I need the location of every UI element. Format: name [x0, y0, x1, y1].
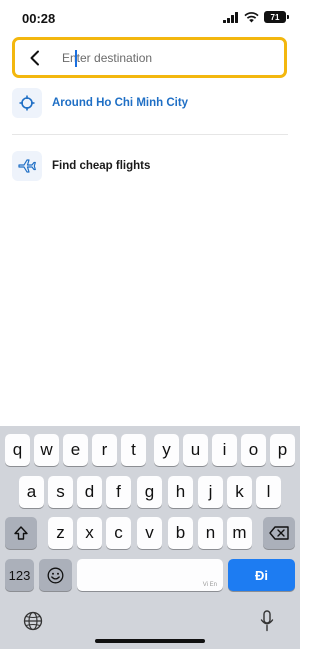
key-k[interactable]: k: [227, 476, 252, 508]
suggestion-label: Find cheap flights: [52, 160, 151, 172]
destination-input[interactable]: [62, 50, 262, 65]
globe-button[interactable]: [22, 610, 44, 632]
wifi-icon: [244, 11, 259, 22]
plane-icon: [12, 151, 42, 181]
key-h[interactable]: h: [168, 476, 193, 508]
key-u[interactable]: u: [183, 434, 208, 466]
suggestion-label: Around Ho Chi Minh City: [52, 97, 189, 109]
key-e[interactable]: e: [63, 434, 88, 466]
back-button[interactable]: [15, 40, 55, 75]
key-d[interactable]: d: [77, 476, 102, 508]
divider: [12, 134, 288, 135]
text-caret: [75, 50, 77, 67]
globe-icon: [23, 611, 43, 631]
emoji-icon: [47, 567, 64, 583]
locate-icon: [12, 88, 42, 118]
status-icons: 71: [223, 11, 289, 23]
key-n[interactable]: n: [198, 517, 223, 549]
key-y[interactable]: y: [154, 434, 179, 466]
status-bar: 00:28 71: [0, 0, 300, 36]
shift-icon: [14, 526, 28, 540]
battery-icon: 71: [264, 11, 289, 23]
key-j[interactable]: j: [198, 476, 223, 508]
status-time: 00:28: [22, 11, 56, 26]
key-l[interactable]: l: [256, 476, 281, 508]
key-t[interactable]: t: [121, 434, 146, 466]
key-i[interactable]: i: [212, 434, 237, 466]
key-r[interactable]: r: [92, 434, 117, 466]
key-s[interactable]: s: [48, 476, 73, 508]
key-g[interactable]: g: [137, 476, 162, 508]
home-indicator: [95, 639, 205, 643]
space-key[interactable]: Vi En: [77, 559, 223, 591]
emoji-key[interactable]: [39, 559, 72, 591]
key-z[interactable]: z: [48, 517, 73, 549]
key-f[interactable]: f: [106, 476, 131, 508]
microphone-icon: [260, 610, 274, 632]
key-w[interactable]: w: [34, 434, 59, 466]
dictation-button[interactable]: [257, 609, 277, 633]
go-key[interactable]: Đi: [228, 559, 295, 591]
key-a[interactable]: a: [19, 476, 44, 508]
key-m[interactable]: m: [227, 517, 252, 549]
key-o[interactable]: o: [241, 434, 266, 466]
suggestion-around-city[interactable]: Around Ho Chi Minh City: [12, 87, 288, 119]
signal-icon: [223, 11, 238, 23]
suggestion-cheap-flights[interactable]: Find cheap flights: [12, 150, 288, 182]
backspace-key[interactable]: [263, 517, 295, 549]
key-b[interactable]: b: [168, 517, 193, 549]
key-v[interactable]: v: [137, 517, 162, 549]
keyboard: q w e r t y u i o p a s d f g h j k l z …: [0, 426, 300, 649]
key-x[interactable]: x: [77, 517, 102, 549]
key-c[interactable]: c: [106, 517, 131, 549]
chevron-left-icon: [30, 50, 39, 65]
destination-search-bar: [12, 37, 287, 78]
key-p[interactable]: p: [270, 434, 295, 466]
backspace-icon: [269, 526, 289, 540]
shift-key[interactable]: [5, 517, 37, 549]
key-q[interactable]: q: [5, 434, 30, 466]
language-hint: Vi En: [202, 582, 217, 588]
numbers-key[interactable]: 123: [5, 559, 34, 591]
